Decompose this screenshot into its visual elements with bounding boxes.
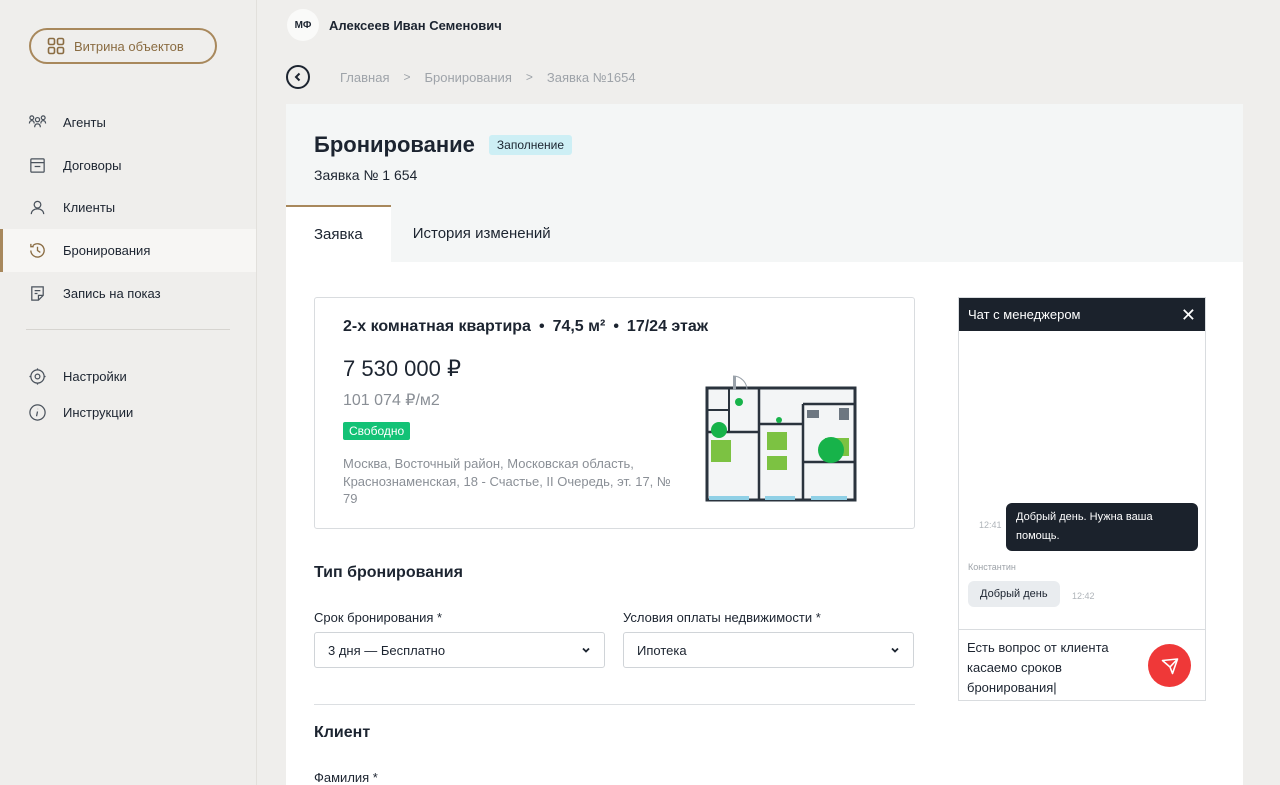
sidebar: Витрина объектов Агенты Договоры Клиенты [0, 0, 257, 785]
section-divider [314, 704, 915, 705]
vitrina-button[interactable]: Витрина объектов [29, 28, 217, 64]
sidebar-item-label: Агенты [63, 114, 106, 130]
chevron-left-icon [294, 72, 301, 82]
chat-message-outgoing: Добрый день. Нужна ваша помощь. [1006, 503, 1198, 551]
message-time: 12:41 [979, 520, 1002, 530]
booking-icon [30, 243, 45, 258]
property-floor: 17/24 этаж [626, 318, 709, 335]
breadcrumb-separator: > [403, 70, 411, 84]
sidebar-item-label: Инструкции [63, 404, 134, 420]
send-icon [1161, 657, 1178, 674]
back-button[interactable] [286, 65, 310, 89]
payment-terms-label: Условия оплаты недвижимости * [623, 610, 821, 625]
breadcrumb-home[interactable]: Главная [340, 70, 389, 85]
booking-type-heading: Тип бронирования [314, 564, 463, 581]
availability-badge: Свободно [343, 422, 411, 440]
nav-divider [26, 329, 230, 331]
sidebar-item-showing[interactable]: Запись на показ [0, 272, 256, 315]
sidebar-item-settings[interactable]: Настройки [0, 358, 256, 394]
sidebar-item-label: Клиенты [63, 200, 116, 216]
dot-separator: • [538, 318, 545, 335]
breadcrumb: Главная > Бронирования > Заявка №1654 [286, 64, 636, 90]
sidebar-item-clients[interactable]: Клиенты [0, 186, 256, 229]
breadcrumb-bookings[interactable]: Бронирования [425, 70, 512, 85]
sidebar-item-label: Бронирования [63, 242, 151, 258]
top-header: МФ Алексеев Иван Семенович [257, 0, 1280, 50]
booking-term-label: Срок бронирования * [314, 610, 443, 625]
page-title: Бронирование [314, 132, 475, 157]
user-name[interactable]: Алексеев Иван Семенович [329, 18, 502, 33]
close-icon[interactable]: ✕ [1181, 306, 1196, 324]
surname-label: Фамилия * [314, 770, 378, 785]
chat-header: Чат с менеджером ✕ [959, 298, 1205, 331]
vitrina-label: Витрина объектов [74, 38, 184, 54]
chat-title: Чат с менеджером [968, 307, 1081, 322]
showing-icon [31, 285, 44, 301]
breadcrumb-current: Заявка №1654 [546, 69, 636, 85]
payment-terms-select[interactable]: Ипотека [623, 632, 914, 668]
manager-chat: Чат с менеджером ✕ 12:41 Добрый день. Ну… [958, 297, 1206, 701]
agents-icon [28, 115, 47, 128]
sidebar-item-contracts[interactable]: Договоры [0, 144, 256, 187]
floor-plan-image [705, 375, 857, 502]
title-row: Бронирование Заполнение [314, 132, 573, 158]
chevron-down-icon [891, 647, 899, 653]
property-title: 2-х комнатная квартира • 74,5 м² • 17/24 эта… [343, 318, 708, 336]
sidebar-item-agents[interactable]: Агенты [0, 101, 256, 144]
settings-icon [29, 367, 46, 385]
property-type: 2-х комнатная квартира [343, 318, 531, 335]
chat-message-incoming: Добрый день [968, 581, 1060, 607]
info-icon [29, 403, 46, 421]
sidebar-item-label: Настройки [63, 368, 127, 384]
property-price-per-m2: 101 074 ₽/м2 [343, 392, 440, 409]
sidebar-item-instructions[interactable]: Инструкции [0, 394, 256, 430]
sidebar-item-bookings[interactable]: Бронирования [0, 229, 256, 272]
main-nav: Агенты Договоры Клиенты Бронирования Зап… [0, 101, 256, 331]
tabs: Заявка История изменений [286, 205, 579, 262]
main-card: Бронирование Заполнение Заявка № 1 654 З… [286, 104, 1243, 785]
payment-terms-value: Ипотека [637, 642, 687, 658]
booking-term-value: 3 дня — Бесплатно [328, 642, 446, 658]
chevron-down-icon [582, 647, 590, 653]
secondary-nav: Настройки Инструкции [0, 358, 256, 430]
tab-history[interactable]: История изменений [391, 205, 579, 262]
sidebar-item-label: Договоры [63, 157, 122, 173]
chat-input[interactable]: Есть вопрос от клиента касаемо сроков бр… [959, 629, 1205, 701]
contracts-icon [30, 157, 45, 173]
tab-request[interactable]: Заявка [286, 205, 391, 262]
property-area: 74,5 м² [552, 318, 606, 335]
chat-input-text[interactable]: Есть вопрос от клиента касаемо сроков бр… [967, 638, 1147, 698]
sidebar-item-label: Запись на показ [63, 285, 161, 301]
status-badge: Заполнение [488, 135, 573, 155]
clients-icon [30, 200, 45, 215]
property-price: 7 530 000 ₽ [343, 356, 461, 381]
send-button[interactable] [1148, 644, 1191, 687]
page-subtitle: Заявка № 1 654 [314, 167, 418, 183]
avatar[interactable]: МФ [287, 9, 319, 41]
property-card[interactable]: 2-х комнатная квартира • 74,5 м² • 17/24 эта… [314, 297, 915, 529]
message-time: 12:42 [1072, 591, 1095, 601]
property-address: Москва, Восточный район, Московская обла… [343, 456, 671, 506]
booking-term-select[interactable]: 3 дня — Бесплатно [314, 632, 605, 668]
page-header: Бронирование Заполнение Заявка № 1 654 З… [286, 104, 1243, 262]
message-author: Константин [968, 562, 1016, 572]
dot-separator: • [613, 318, 619, 335]
grid-icon [47, 37, 65, 55]
client-heading: Клиент [314, 724, 371, 741]
breadcrumb-separator: > [525, 70, 533, 84]
